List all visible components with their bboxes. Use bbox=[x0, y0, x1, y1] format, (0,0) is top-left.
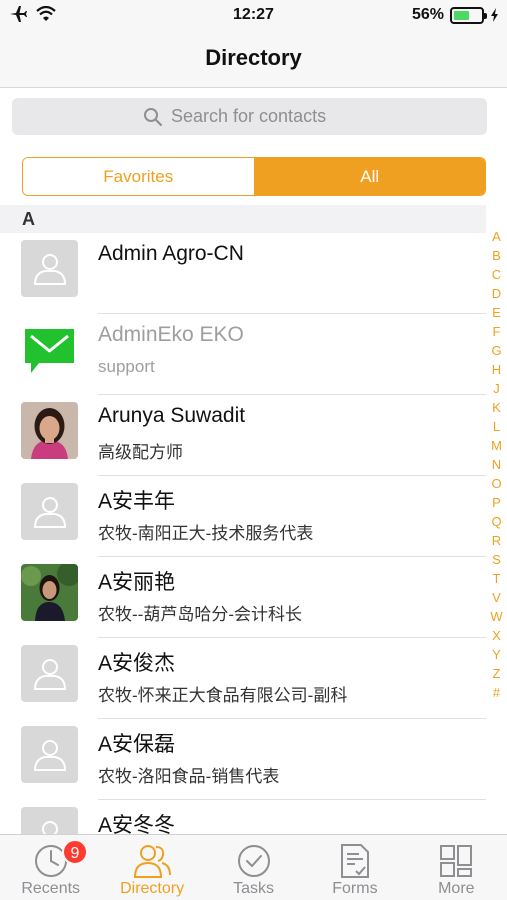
section-header: A bbox=[0, 205, 486, 233]
tab-label: Forms bbox=[332, 880, 378, 897]
person-placeholder-icon bbox=[33, 739, 66, 771]
contact-name: A安俊杰 bbox=[98, 652, 176, 675]
photo-woman-portrait bbox=[21, 402, 78, 459]
index-letter[interactable]: Y bbox=[492, 645, 501, 664]
contact-list: Admin Agro-CN AdminEko EKO support Aruny… bbox=[0, 233, 486, 834]
contact-subtitle: 农牧-怀来正大食品有限公司-副科 bbox=[98, 686, 348, 705]
contact-subtitle: 农牧--葫芦岛哈分-会计科长 bbox=[98, 605, 302, 624]
contact-name: A安丽艳 bbox=[98, 571, 176, 594]
index-letter[interactable]: T bbox=[493, 569, 501, 588]
index-letter[interactable]: M bbox=[491, 436, 502, 455]
tab-bar: 9 Recents Directory Tasks Forms More bbox=[0, 834, 507, 900]
list-item[interactable]: A安冬冬 bbox=[0, 800, 486, 834]
status-bar: 12:27 56% bbox=[0, 0, 507, 30]
tab-tasks[interactable]: Tasks bbox=[203, 835, 304, 900]
battery-icon bbox=[450, 6, 487, 24]
list-item[interactable]: A安丰年 农牧-南阳正大-技术服务代表 bbox=[0, 476, 486, 557]
avatar bbox=[21, 564, 78, 621]
tab-label: Recents bbox=[21, 880, 81, 897]
grid-icon bbox=[438, 842, 474, 880]
navigation-bar: Directory bbox=[0, 30, 507, 88]
contact-name: AdminEko EKO bbox=[98, 323, 244, 346]
alphabet-index[interactable]: A B C D E F G H J K L M N O P Q R S T V … bbox=[486, 227, 507, 702]
person-placeholder-icon bbox=[41, 820, 58, 834]
list-item[interactable]: A安丽艳 农牧--葫芦岛哈分-会计科长 bbox=[0, 557, 486, 638]
index-letter[interactable]: A bbox=[492, 227, 501, 246]
people-icon bbox=[132, 842, 172, 880]
index-letter[interactable]: Z bbox=[493, 664, 501, 683]
contact-name: A安冬冬 bbox=[98, 814, 176, 834]
contact-subtitle: 农牧-南阳正大-技术服务代表 bbox=[98, 524, 314, 543]
page-title: Directory bbox=[205, 45, 302, 70]
index-letter[interactable]: L bbox=[493, 417, 500, 436]
tab-recents[interactable]: 9 Recents bbox=[0, 835, 101, 900]
index-letter[interactable]: R bbox=[492, 531, 501, 550]
index-letter[interactable]: E bbox=[492, 303, 501, 322]
checkmark-circle-icon bbox=[236, 842, 272, 880]
person-placeholder-icon bbox=[33, 658, 66, 690]
status-right: 56% bbox=[412, 6, 499, 24]
avatar bbox=[21, 645, 78, 702]
contact-subtitle: 高级配方师 bbox=[98, 443, 183, 462]
index-letter[interactable]: N bbox=[492, 455, 501, 474]
index-letter[interactable]: B bbox=[492, 246, 501, 265]
list-item[interactable]: A安保磊 农牧-洛阳食品-销售代表 bbox=[0, 719, 486, 800]
list-item[interactable]: AdminEko EKO support bbox=[0, 314, 486, 395]
contact-name: A安保磊 bbox=[98, 733, 176, 756]
list-item[interactable]: Arunya Suwadit 高级配方师 bbox=[0, 395, 486, 476]
tab-label: More bbox=[438, 880, 475, 897]
index-letter[interactable]: D bbox=[492, 284, 501, 303]
search-bar[interactable] bbox=[12, 98, 487, 135]
avatar bbox=[21, 240, 78, 297]
search-area bbox=[0, 89, 507, 144]
contact-name: Admin Agro-CN bbox=[98, 242, 244, 265]
tab-directory[interactable]: Directory bbox=[101, 835, 202, 900]
segmented-control: Favorites All bbox=[22, 157, 486, 196]
tab-label: Directory bbox=[120, 880, 185, 897]
index-letter[interactable]: V bbox=[492, 588, 501, 607]
avatar bbox=[21, 807, 78, 834]
index-letter[interactable]: Q bbox=[491, 512, 501, 531]
avatar bbox=[21, 321, 78, 378]
battery-percent: 56% bbox=[411, 6, 444, 23]
contact-name: A安丰年 bbox=[98, 490, 176, 513]
photo-woman-outdoor bbox=[21, 564, 78, 621]
index-letter[interactable]: K bbox=[492, 398, 501, 417]
battery-fill bbox=[454, 10, 469, 20]
avatar bbox=[21, 726, 78, 783]
index-letter[interactable]: G bbox=[491, 341, 501, 360]
avatar bbox=[21, 402, 78, 459]
index-letter[interactable]: O bbox=[491, 474, 501, 493]
contact-subtitle: support bbox=[98, 357, 155, 376]
segment-all[interactable]: All bbox=[254, 158, 485, 195]
index-letter[interactable]: P bbox=[492, 493, 501, 512]
search-input[interactable] bbox=[171, 106, 356, 127]
tab-label: Tasks bbox=[233, 880, 274, 897]
search-icon bbox=[144, 107, 163, 126]
tab-more[interactable]: More bbox=[406, 835, 507, 900]
segment-favorites[interactable]: Favorites bbox=[23, 158, 255, 195]
contact-subtitle: 农牧-洛阳食品-销售代表 bbox=[98, 767, 280, 786]
index-letter[interactable]: C bbox=[492, 265, 501, 284]
index-letter[interactable]: W bbox=[490, 607, 502, 626]
form-document-icon bbox=[339, 842, 371, 880]
index-letter[interactable]: F bbox=[493, 322, 501, 341]
charging-bolt-icon bbox=[491, 8, 498, 22]
message-envelope-icon bbox=[25, 329, 74, 373]
recents-badge: 9 bbox=[62, 839, 88, 865]
index-letter[interactable]: J bbox=[493, 379, 500, 398]
person-placeholder-icon bbox=[33, 253, 66, 285]
list-item[interactable]: A安俊杰 农牧-怀来正大食品有限公司-副科 bbox=[0, 638, 486, 719]
index-letter[interactable]: X bbox=[492, 626, 501, 645]
index-letter[interactable]: S bbox=[492, 550, 501, 569]
contact-name: Arunya Suwadit bbox=[98, 404, 246, 427]
person-placeholder-icon bbox=[33, 496, 66, 528]
index-letter[interactable]: H bbox=[492, 360, 501, 379]
tab-forms[interactable]: Forms bbox=[304, 835, 405, 900]
list-item[interactable]: Admin Agro-CN bbox=[0, 233, 486, 314]
avatar bbox=[21, 483, 78, 540]
index-letter[interactable]: # bbox=[493, 683, 500, 702]
